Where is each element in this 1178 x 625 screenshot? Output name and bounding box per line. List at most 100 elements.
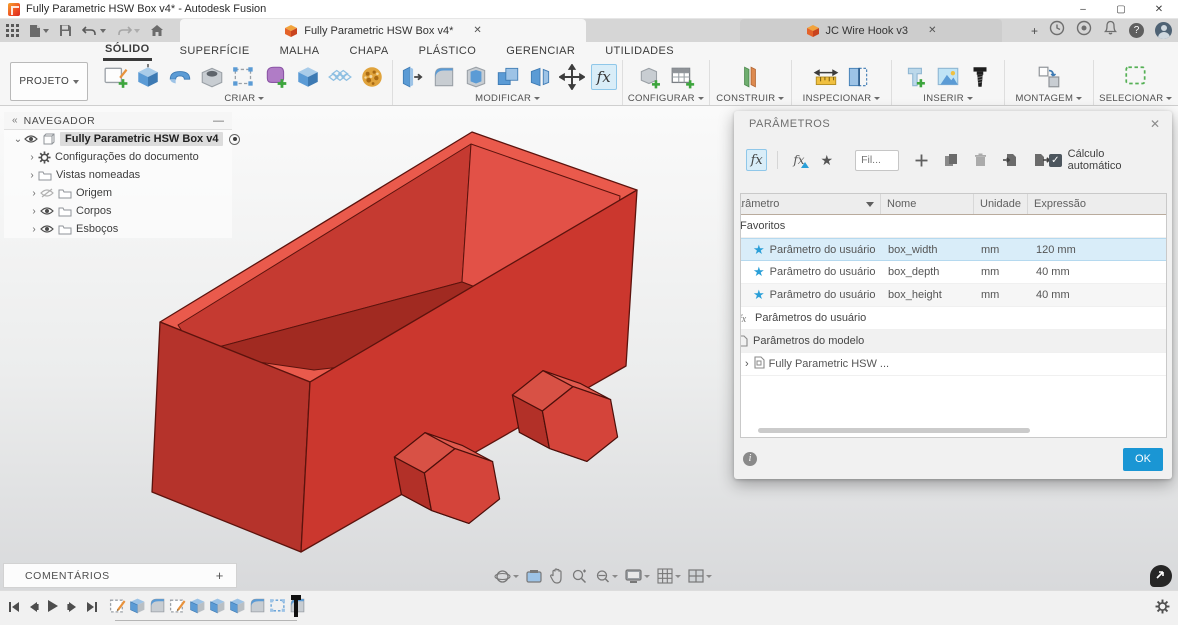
group-label-montagem[interactable]: MONTAGEM: [1009, 92, 1088, 105]
tab-malha[interactable]: MALHA: [278, 43, 322, 60]
group-label-modificar[interactable]: MODIFICAR: [397, 92, 618, 105]
favorites-filter-icon[interactable]: ★: [821, 152, 834, 169]
chevron-right-icon[interactable]: ›: [28, 224, 40, 235]
tab-superficie[interactable]: SUPERFÍCIE: [178, 43, 252, 60]
sort-dropdown-icon[interactable]: [866, 201, 874, 207]
timeline-extrude-feature[interactable]: [229, 597, 246, 614]
orbit-icon[interactable]: [494, 568, 519, 585]
tree-item-sketches[interactable]: › Esboços: [4, 220, 232, 238]
section-row-user-parameters[interactable]: fx Parâmetros do usuário: [741, 307, 1166, 330]
delete-icon[interactable]: [974, 153, 987, 167]
display-settings-icon[interactable]: [625, 568, 650, 584]
extrude-icon[interactable]: [135, 63, 162, 90]
column-nome[interactable]: Nome: [881, 194, 974, 214]
tab-close-icon[interactable]: ✕: [473, 25, 481, 36]
box-icon[interactable]: [295, 63, 322, 90]
volumetric-lattice-icon[interactable]: [359, 63, 386, 90]
eye-icon[interactable]: [40, 224, 54, 234]
dialog-header[interactable]: PARÂMETROS ✕: [734, 111, 1172, 137]
dialog-close-icon[interactable]: ✕: [1150, 117, 1160, 131]
tree-item-document-settings[interactable]: › Configurações do documento: [4, 148, 232, 166]
select-icon[interactable]: [1122, 63, 1149, 90]
group-label-construir[interactable]: CONSTRUIR: [714, 92, 788, 105]
eye-icon[interactable]: [40, 206, 54, 216]
play-icon[interactable]: [47, 599, 59, 618]
chevron-right-icon[interactable]: ›: [28, 206, 40, 217]
import-csv-icon[interactable]: [1003, 153, 1018, 167]
grid-snap-icon[interactable]: [657, 568, 681, 584]
notification-center-icon[interactable]: [1076, 20, 1092, 41]
timeline-pattern-feature[interactable]: [269, 597, 286, 614]
assistant-icon[interactable]: [1150, 565, 1172, 587]
copy-icon[interactable]: [944, 153, 958, 167]
comments-panel[interactable]: COMENTÁRIOS +: [3, 563, 237, 588]
checkbox-checked-icon[interactable]: ✓: [1049, 153, 1062, 167]
add-parameter-icon[interactable]: [915, 154, 928, 167]
offset-face-icon[interactable]: [527, 63, 554, 90]
auto-compute-checkbox[interactable]: ✓ Cálculo automático: [1049, 148, 1158, 172]
tab-chapa[interactable]: CHAPA: [348, 43, 391, 60]
file-menu-icon[interactable]: [29, 24, 49, 38]
favorite-star-icon[interactable]: ★: [753, 287, 765, 303]
chevron-down-icon[interactable]: [513, 574, 519, 578]
look-at-icon[interactable]: [526, 569, 542, 583]
ok-button[interactable]: OK: [1123, 447, 1163, 471]
group-label-configurar[interactable]: CONFIGURAR: [627, 92, 704, 105]
chevron-right-icon[interactable]: ›: [28, 188, 40, 199]
column-expressao[interactable]: Expressão: [1028, 194, 1166, 214]
viewports-icon[interactable]: [688, 569, 712, 583]
all-parameters-toggle[interactable]: fx: [746, 149, 768, 171]
canvas-image-icon[interactable]: [935, 63, 962, 90]
revolve-icon[interactable]: [167, 63, 194, 90]
insert-mesh-icon[interactable]: [903, 63, 930, 90]
timeline-fillet-feature[interactable]: [249, 597, 266, 614]
tab-gerenciar[interactable]: GERENCIAR: [504, 43, 577, 60]
favorite-star-icon[interactable]: ★: [753, 264, 765, 280]
bell-icon[interactable]: [1103, 20, 1118, 41]
section-row-favoritos[interactable]: Favoritos: [741, 215, 1166, 238]
tab-close-icon[interactable]: ✕: [928, 25, 936, 36]
section-row-model-parameters[interactable]: Parâmetros do modelo: [741, 330, 1166, 353]
minimize-panel-icon[interactable]: —: [213, 115, 224, 127]
export-csv-icon[interactable]: [1034, 153, 1050, 167]
column-parametro[interactable]: Parâmetro: [741, 194, 881, 214]
create-form-icon[interactable]: [263, 63, 290, 90]
timeline-position-marker[interactable]: [290, 595, 302, 617]
save-icon[interactable]: [59, 24, 72, 37]
filter-input[interactable]: [855, 149, 900, 171]
chevron-right-icon[interactable]: ›: [26, 170, 38, 181]
eye-icon[interactable]: [24, 134, 38, 144]
step-back-icon[interactable]: [28, 600, 39, 618]
group-label-inspecionar[interactable]: INSPECIONAR: [796, 92, 887, 105]
tree-root-label[interactable]: Fully Parametric HSW Box v4: [60, 132, 224, 146]
fit-view-icon[interactable]: [594, 568, 618, 584]
timeline-sketch-feature[interactable]: [169, 597, 186, 614]
settings-gear-icon[interactable]: [1155, 599, 1170, 619]
activate-component-radio[interactable]: [229, 133, 241, 145]
fillet-icon[interactable]: [431, 63, 458, 90]
user-parameter-icon[interactable]: fx: [787, 153, 810, 168]
rectangle-sketch-icon[interactable]: [231, 63, 258, 90]
viewport[interactable]: « NAVEGADOR — ⌄ Fully Parametric HSW Box…: [0, 106, 1178, 590]
home-icon[interactable]: [150, 24, 164, 37]
add-comment-icon[interactable]: +: [216, 568, 224, 583]
undo-icon[interactable]: [82, 25, 106, 37]
chevron-right-icon[interactable]: ›: [745, 358, 749, 370]
minimize-button[interactable]: –: [1064, 0, 1102, 19]
maximize-button[interactable]: ▢: [1102, 0, 1140, 19]
timeline-extrude-feature[interactable]: [129, 597, 146, 614]
section-analysis-icon[interactable]: [844, 63, 871, 90]
group-label-selecionar[interactable]: SELECIONAR: [1098, 92, 1174, 105]
help-icon[interactable]: ?: [1129, 23, 1144, 38]
project-dropdown-button[interactable]: PROJETO: [10, 62, 89, 101]
group-label-inserir[interactable]: INSERIR: [896, 92, 1000, 105]
table-row-box-depth[interactable]: ★ Parâmetro do usuário box_depth mm 40 mm: [741, 261, 1166, 284]
column-unidade[interactable]: Unidade: [974, 194, 1028, 214]
document-tab-active[interactable]: Fully Parametric HSW Box v4* ✕: [180, 19, 586, 42]
go-to-end-icon[interactable]: [86, 600, 98, 618]
timeline-fillet-feature[interactable]: [149, 597, 166, 614]
chevron-down-icon[interactable]: [675, 574, 681, 578]
chevron-down-icon[interactable]: [644, 574, 650, 578]
new-component-icon[interactable]: [1035, 63, 1062, 90]
zoom-icon[interactable]: [571, 568, 587, 584]
